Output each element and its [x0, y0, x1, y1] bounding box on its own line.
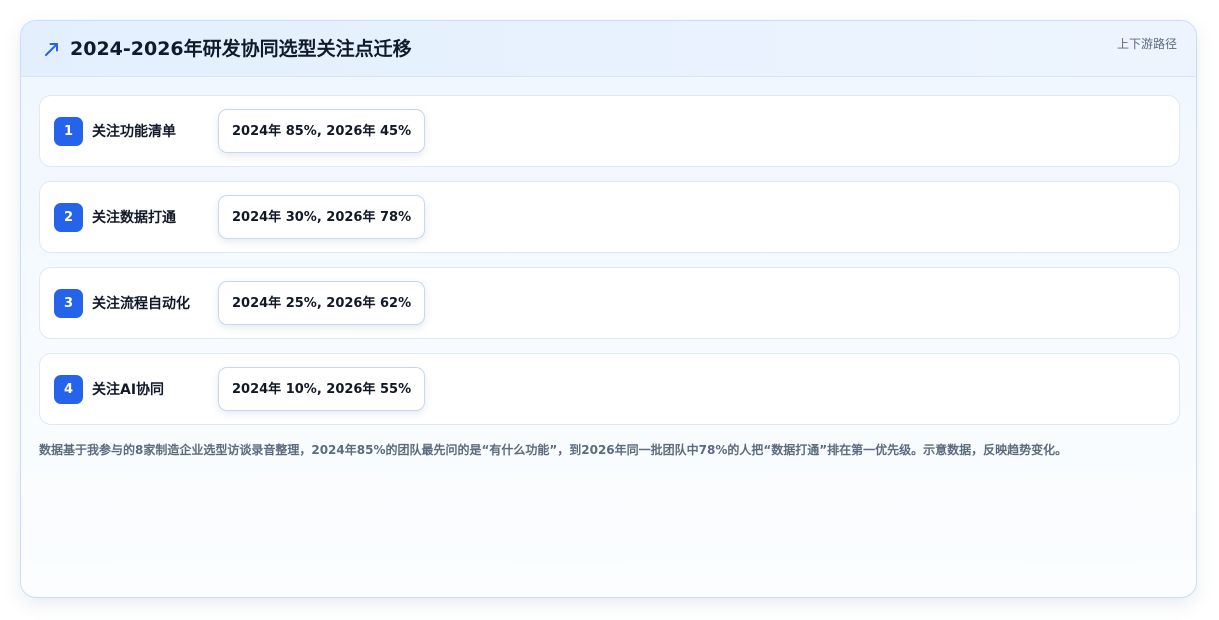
item-number-badge: 2	[54, 203, 83, 232]
item-value-pill: 2024年 30%, 2026年 78%	[218, 195, 426, 239]
list-item: 2 关注数据打通 2024年 30%, 2026年 78%	[39, 181, 1180, 253]
footnote: 数据基于我参与的8家制造企业选型访谈录音整理，2024年85%的团队最先问的是“…	[39, 443, 1068, 457]
item-value-pill: 2024年 10%, 2026年 55%	[218, 367, 426, 411]
trend-up-icon	[45, 43, 58, 56]
item-label: 关注数据打通	[92, 210, 176, 226]
item-label: 关注流程自动化	[92, 296, 190, 312]
item-value-pill: 2024年 25%, 2026年 62%	[218, 281, 426, 325]
list-item: 1 关注功能清单 2024年 85%, 2026年 45%	[39, 95, 1180, 167]
item-number-badge: 4	[54, 375, 83, 404]
item-value-pill: 2024年 85%, 2026年 45%	[218, 109, 426, 153]
card-title: 2024-2026年研发协同选型关注点迁移	[70, 38, 412, 60]
item-number-badge: 1	[54, 117, 83, 146]
migration-card: 2024-2026年研发协同选型关注点迁移 上下游路径 1 关注功能清单 202…	[20, 20, 1197, 598]
focus-list: 1 关注功能清单 2024年 85%, 2026年 45% 2 关注数据打通 2…	[39, 95, 1180, 439]
item-number-badge: 3	[54, 289, 83, 318]
item-label: 关注功能清单	[92, 124, 176, 140]
list-item: 4 关注AI协同 2024年 10%, 2026年 55%	[39, 353, 1180, 425]
list-item: 3 关注流程自动化 2024年 25%, 2026年 62%	[39, 267, 1180, 339]
item-label: 关注AI协同	[92, 382, 165, 398]
card-header: 2024-2026年研发协同选型关注点迁移 上下游路径	[21, 21, 1196, 77]
header-tag: 上下游路径	[1116, 37, 1177, 51]
